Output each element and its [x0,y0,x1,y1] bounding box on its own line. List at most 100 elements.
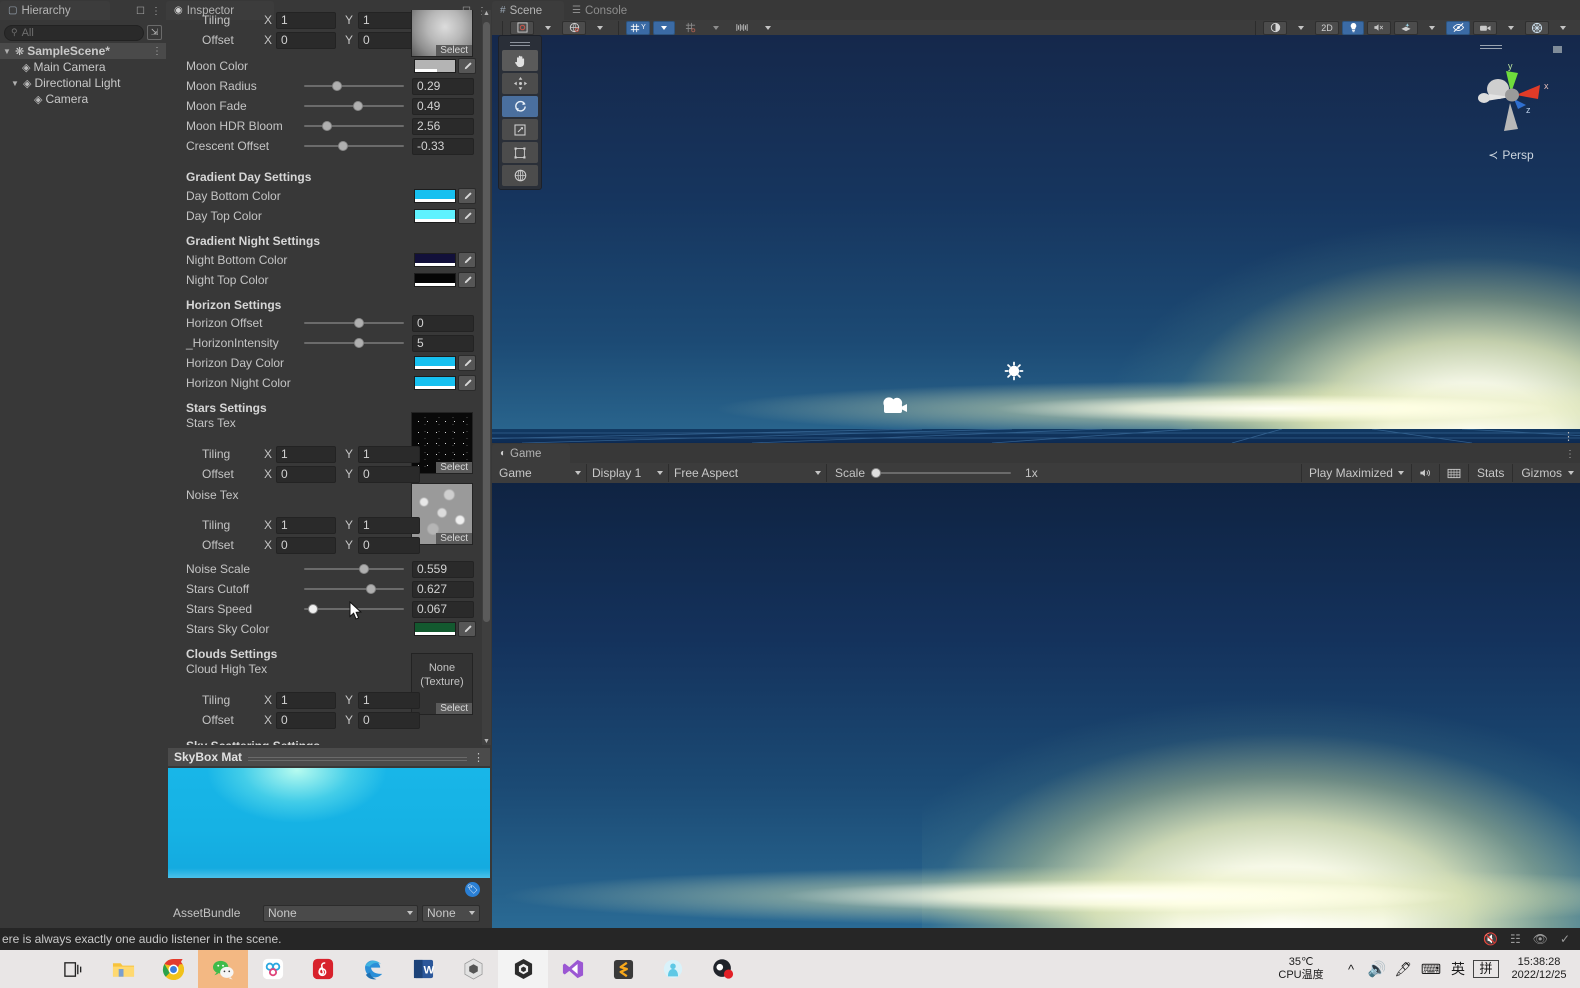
camera-gizmo-icon[interactable] [880,395,908,422]
moon-hdr-bloom-slider[interactable] [304,118,404,135]
check-status-icon[interactable]: ✓ [1560,932,1570,946]
assetbundle-variant-dropdown[interactable]: None [422,904,480,922]
noise-tiling-y-input[interactable]: 1 [358,516,420,534]
day-top-eyedropper-icon[interactable] [458,208,476,224]
chrome-icon[interactable] [148,950,198,988]
fx-effects-chevron-down-icon[interactable] [1421,21,1443,35]
stars-cutoff-input[interactable]: 0.627 [412,580,474,598]
volume-icon[interactable]: 🔊 [1364,960,1390,978]
dingtalk-icon[interactable] [248,950,298,988]
horizon-intensity-input[interactable]: 5 [412,334,474,352]
night-bottom-color-swatch[interactable] [414,253,456,267]
cloud-offset-y-input[interactable]: 0 [358,711,420,729]
hierarchy-expand-icon[interactable]: ⇲ [147,25,162,40]
horizon-night-eyedropper-icon[interactable] [458,375,476,391]
ime-mode-indicator[interactable]: 拼 [1473,960,1499,978]
moon-radius-input[interactable]: 0.29 [412,77,474,95]
obs-icon[interactable] [698,950,748,988]
inspector-scrollbar[interactable]: ▲ ▼ [482,10,491,745]
search-input[interactable]: ⚲ All [4,24,144,41]
visual-studio-icon[interactable] [548,950,598,988]
stars-offset-y-input[interactable]: 0 [358,465,420,483]
moon-hdr-bloom-input[interactable]: 2.56 [412,117,474,135]
day-bottom-eyedropper-icon[interactable] [458,188,476,204]
mute-audio-button[interactable] [1410,464,1439,482]
pen-icon[interactable]: 🖋 [1390,961,1416,978]
horizon-intensity-slider[interactable] [304,335,404,352]
tab-hierarchy[interactable]: ▢ Hierarchy [0,1,110,20]
tab-scene[interactable]: # Scene [492,1,564,20]
gizmos-icon[interactable] [1525,20,1549,35]
eye-off-status-icon[interactable]: 👁 [1533,932,1548,946]
moon-radius-slider[interactable] [304,78,404,95]
scene-grid-snap-chevron-down-icon[interactable] [705,21,727,35]
cloud-tiling-x-input[interactable]: 1 [276,691,336,709]
lightbulb-toggle-icon[interactable] [1342,20,1364,35]
mute-status-icon[interactable]: 🔇 [1483,932,1498,946]
scene-shading-chevron-down-icon[interactable] [589,21,611,35]
noise-offset-x-input[interactable]: 0 [276,536,336,554]
moon-fade-slider[interactable] [304,98,404,115]
task-view-icon[interactable] [48,950,98,988]
light-gizmo-icon[interactable] [1004,361,1024,384]
hierarchy-row-camera[interactable]: ◈ Camera [0,91,166,107]
chevron-down-icon[interactable]: ▼ [2,47,12,56]
wechat-icon[interactable] [198,950,248,988]
material-preview-header[interactable]: SkyBox Mat ⋮ [168,748,490,766]
game-aspect-dropdown[interactable]: Free Aspect [669,464,827,482]
scene-gizmo-persp-icon[interactable] [1553,46,1562,53]
night-bottom-eyedropper-icon[interactable] [458,252,476,268]
noise-offset-y-input[interactable]: 0 [358,536,420,554]
stars-tiling-x-input[interactable]: 1 [276,445,336,463]
night-top-color-swatch[interactable] [414,273,456,287]
moon-texture-select-button[interactable]: Select [436,45,472,56]
moon-color-eyedropper-icon[interactable] [458,58,476,74]
hand-tool[interactable] [502,50,538,71]
move-tool[interactable] [502,73,538,94]
file-explorer-icon[interactable] [98,950,148,988]
chevron-down-icon-light[interactable]: ▼ [10,79,20,88]
moon-offset-x-input[interactable]: 0 [276,31,336,49]
tool-palette-drag-handle[interactable] [502,39,538,48]
netease-music-icon[interactable] [298,950,348,988]
scene-view-overflow-menu-icon[interactable]: ⋮ [1563,430,1574,443]
stars-sky-color-swatch[interactable] [414,622,456,636]
crescent-offset-slider[interactable] [304,138,404,155]
scene-grid-size-chevron-down-icon[interactable] [757,21,779,35]
fx-effects-icon[interactable] [1394,20,1418,35]
word-icon[interactable]: W [398,950,448,988]
stars-offset-x-input[interactable]: 0 [276,465,336,483]
stats-button[interactable]: Stats [1467,464,1512,482]
moon-color-swatch[interactable] [414,59,456,73]
camera-chevron-down-icon[interactable] [1500,21,1522,35]
assetbundle-name-dropdown[interactable]: None [263,904,418,922]
scene-grid-axis-chevron-down-icon[interactable] [653,20,675,35]
stars-speed-input[interactable]: 0.067 [412,600,474,618]
clock[interactable]: 15:38:28 2022/12/25 [1502,956,1576,981]
night-top-eyedropper-icon[interactable] [458,272,476,288]
hidden-objects-icon[interactable] [1446,20,1470,35]
game-scale-slider[interactable] [871,465,1012,482]
scene-grid-snap-icon[interactable] [678,21,702,35]
crescent-offset-input[interactable]: -0.33 [412,137,474,155]
xmind-icon[interactable] [648,950,698,988]
day-top-color-swatch[interactable] [414,209,456,223]
game-grid-icon[interactable] [1438,464,1468,482]
chevron-up-icon[interactable]: ^ [1338,962,1364,977]
moon-fade-input[interactable]: 0.49 [412,97,474,115]
preview-kebab-menu-icon[interactable]: ⋮ [473,751,484,764]
scroll-up-arrow-icon[interactable]: ▲ [482,10,491,17]
game-target-dropdown[interactable]: Game [494,464,587,482]
scale-tool[interactable] [502,119,538,140]
hierarchy-row-samplescene[interactable]: ▼ ❋ SampleScene* ⋮ [0,43,166,59]
game-kebab-menu-icon[interactable]: ⋮ [1565,449,1575,460]
horizon-offset-input[interactable]: 0 [412,314,474,332]
noise-scale-input[interactable]: 0.559 [412,560,474,578]
audio-mute-icon[interactable] [1367,20,1391,35]
noise-tiling-x-input[interactable]: 1 [276,516,336,534]
scene-gizmo-persp-label-row[interactable]: ≺ Persp [1456,148,1566,162]
scene-grid-axis-icon[interactable]: Y [626,20,650,35]
scene-kebab-menu-icon[interactable]: ⋮ [152,46,162,57]
layers-status-icon[interactable]: ☷ [1510,932,1521,946]
gizmos-chevron-down-icon[interactable] [1552,21,1574,35]
